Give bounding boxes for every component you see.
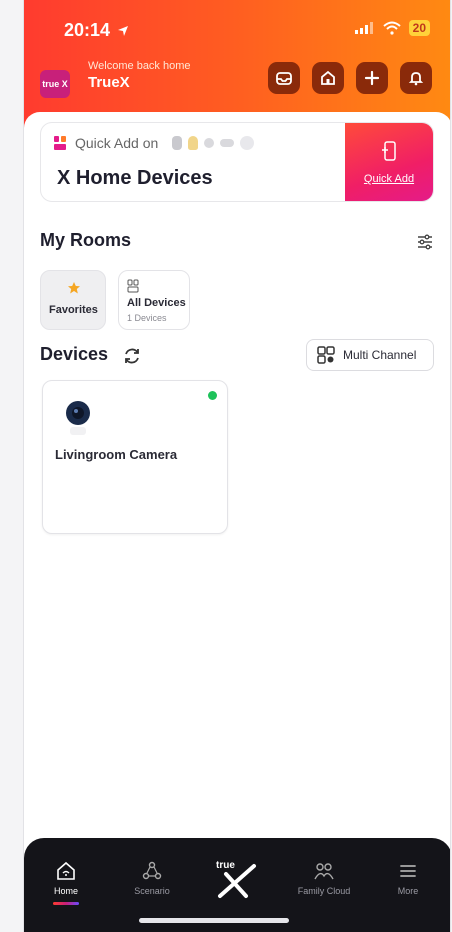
tab-scenario[interactable]: Scenario (116, 860, 188, 896)
tab-label: Family Cloud (297, 886, 351, 896)
quick-add-prefix: Quick Add on (75, 135, 159, 151)
camera-thumb-icon (172, 136, 183, 150)
refresh-icon[interactable] (122, 346, 142, 366)
inbox-icon (276, 72, 292, 85)
status-indicators: 20 (354, 20, 430, 36)
filter-icon[interactable] (416, 233, 434, 251)
bulb-thumb-icon (188, 136, 199, 150)
device-list-icon (54, 136, 66, 150)
plug-thumb-icon (240, 136, 255, 150)
device-name: Livingroom Camera (55, 447, 178, 462)
room-tile-all-devices[interactable]: All Devices 1 Devices (118, 270, 190, 330)
bell-icon (408, 72, 424, 86)
family-cloud-icon (314, 863, 334, 880)
status-time: 20:14 (64, 20, 129, 41)
add-device-icon (382, 141, 396, 161)
brand-logo-text: true X (42, 79, 68, 89)
app-name: TrueX (88, 74, 130, 91)
room-tile-label: Favorites (49, 304, 98, 316)
multi-channel-label: Multi Channel (343, 348, 417, 362)
wifi-icon (382, 21, 401, 35)
quick-add-header: Quick Add on (53, 135, 255, 151)
star-icon (68, 282, 80, 294)
app-screen: 20:14 20 true X Welcome back home TrueX (23, 0, 451, 932)
camera-icon (66, 401, 90, 435)
notifications-button[interactable] (400, 62, 432, 94)
battery-indicator: 20 (408, 20, 430, 36)
device-thumbnails (172, 136, 255, 150)
online-status-indicator (208, 391, 217, 400)
quick-add-button[interactable]: Quick Add (345, 123, 433, 201)
quick-add-button-label: Quick Add (363, 173, 415, 185)
location-arrow-icon (118, 26, 129, 37)
clock: 20:14 (64, 20, 111, 40)
brand-logo: true X (40, 70, 70, 98)
quick-add-card[interactable]: Quick Add on X Home Devices Quick Add (40, 122, 434, 202)
home-icon (57, 861, 75, 880)
room-tile-label: All Devices (127, 297, 186, 309)
menu-icon (400, 865, 416, 877)
welcome-text: Welcome back home (88, 60, 191, 72)
tab-label: More (397, 886, 419, 896)
devices-title: Devices (40, 344, 109, 364)
tab-label: Home (53, 886, 78, 896)
room-tile-favorites[interactable]: Favorites (40, 270, 106, 330)
tab-home[interactable]: Home (30, 860, 102, 905)
room-tile-count: 1 Devices (127, 313, 167, 323)
my-rooms-title: My Rooms (40, 230, 132, 250)
tab-label: Scenario (134, 886, 170, 896)
home-button[interactable] (312, 62, 344, 94)
home-icon (321, 70, 335, 85)
multi-channel-button[interactable]: Multi Channel (306, 339, 434, 371)
active-tab-indicator (53, 902, 79, 905)
device-list-icon (127, 279, 139, 293)
hub-thumb-icon (220, 139, 235, 147)
sensor-thumb-icon (204, 138, 215, 148)
add-button[interactable] (356, 62, 388, 94)
main-content: Quick Add on X Home Devices Quick Add My… (24, 112, 450, 842)
multi-channel-icon (317, 346, 335, 364)
inbox-button[interactable] (268, 62, 300, 94)
screen-background: 20:14 20 true X Welcome back home TrueX (0, 0, 452, 932)
plus-icon (364, 70, 380, 86)
quick-add-title: X Home Devices (57, 167, 213, 189)
tab-family-cloud[interactable]: Family Cloud (288, 860, 360, 896)
home-indicator-bar (139, 918, 289, 923)
truex-logo-icon[interactable]: true (214, 856, 260, 900)
tab-more[interactable]: More (372, 860, 444, 896)
signal-icon (354, 22, 373, 34)
svg-text:true: true (216, 860, 235, 871)
scenario-icon (142, 861, 162, 880)
device-card[interactable]: Livingroom Camera (42, 380, 228, 534)
